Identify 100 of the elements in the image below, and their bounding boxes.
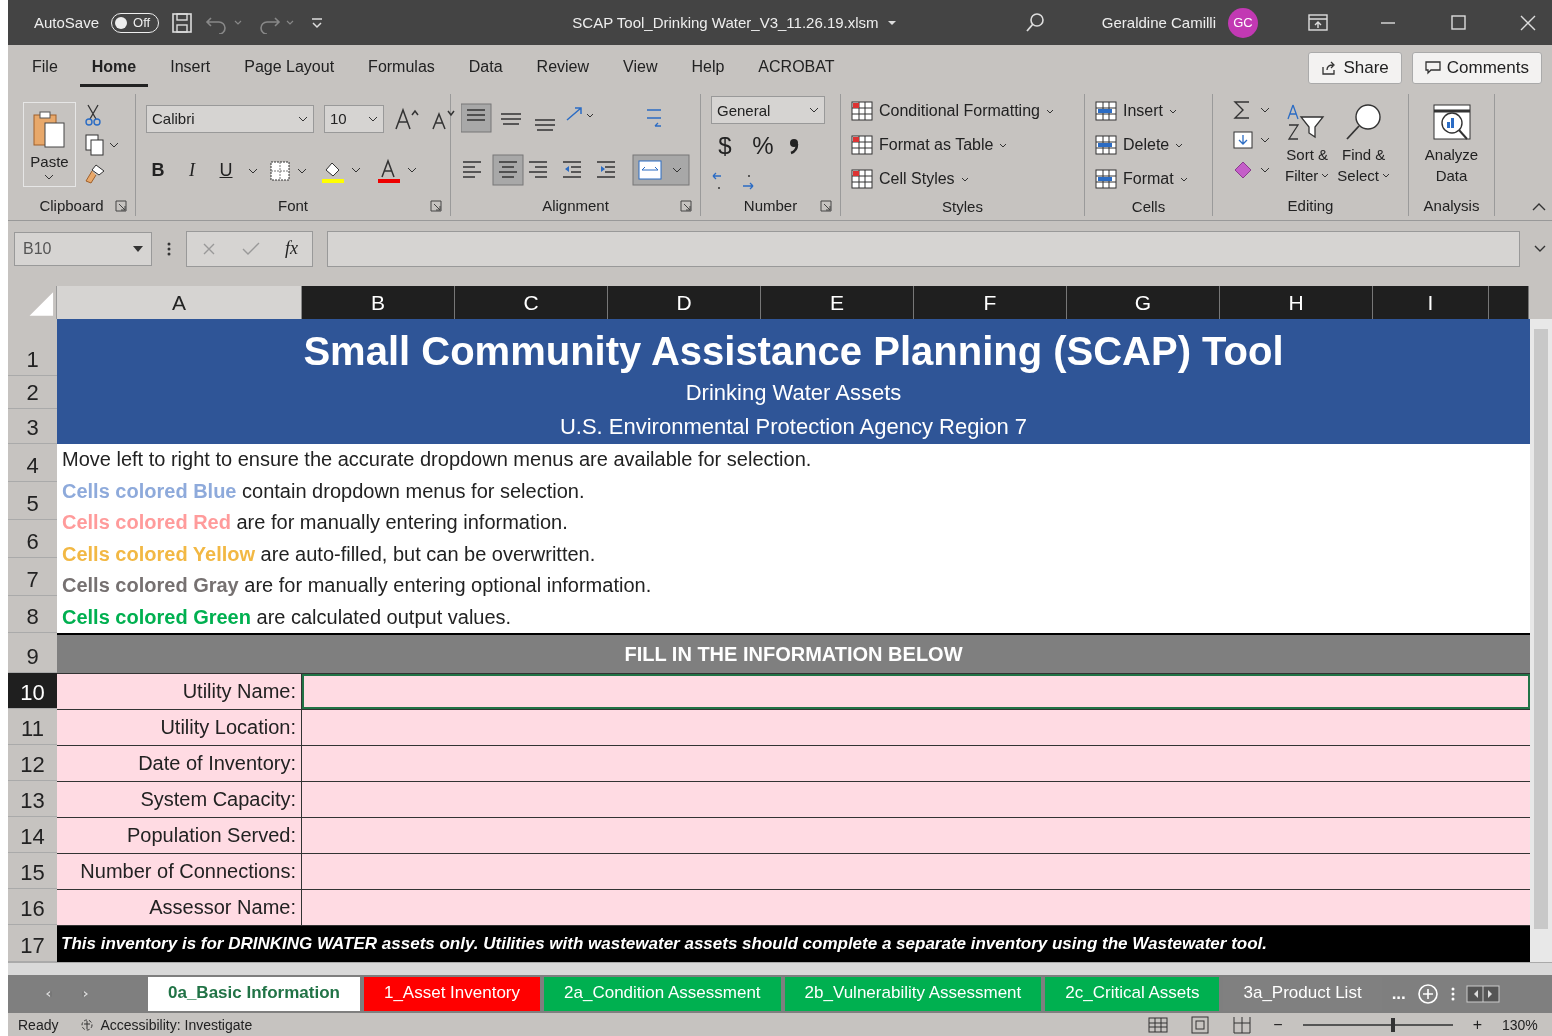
ribbon-tab[interactable]: Help	[679, 48, 737, 87]
analyze-data-button[interactable]: Analyze Data	[1424, 102, 1479, 186]
dialog-launcher-icon[interactable]	[820, 200, 832, 212]
share-button[interactable]: Share	[1308, 51, 1402, 84]
accessibility-status[interactable]: Accessibility: Investigate	[78, 1016, 253, 1033]
alignment-icons-drawing[interactable]	[461, 152, 693, 187]
row-header[interactable]: 7	[8, 558, 57, 596]
ribbon-tab[interactable]: ACROBAT	[746, 48, 847, 87]
dialog-launcher-icon[interactable]	[115, 200, 127, 212]
increase-font-icon[interactable]	[394, 106, 420, 131]
insert-function-button[interactable]: fx	[285, 238, 298, 259]
caret-icon[interactable]	[248, 167, 258, 174]
italic-button[interactable]: I	[180, 157, 204, 184]
ribbon-tab[interactable]: View	[611, 48, 670, 87]
row-header[interactable]: 16	[8, 889, 57, 925]
styles-menu-button[interactable]: Format as Table	[851, 130, 1008, 160]
more-icon[interactable]	[1449, 986, 1456, 1002]
vertical-scrollbar[interactable]	[1530, 319, 1552, 962]
user-avatar[interactable]: GC	[1228, 7, 1258, 38]
row-header[interactable]: 5	[8, 482, 57, 520]
number-format-field[interactable]: General	[711, 96, 825, 124]
normal-view-icon[interactable]	[1147, 1015, 1170, 1034]
column-header[interactable]: G	[1067, 286, 1220, 319]
zoom-level[interactable]: 130%	[1502, 1016, 1542, 1033]
ribbon-tab[interactable]: File	[20, 48, 70, 87]
find-select-button[interactable]: Find & Select	[1337, 102, 1390, 186]
column-header[interactable]: D	[608, 286, 761, 319]
page-layout-icon[interactable]	[1189, 1015, 1212, 1034]
input-field[interactable]	[302, 782, 1530, 817]
close-icon[interactable]	[1518, 13, 1538, 32]
more-icon[interactable]	[166, 240, 172, 257]
format-painter-icon[interactable]	[83, 163, 106, 185]
input-field[interactable]	[302, 674, 1530, 709]
sheet-tab[interactable]: 0a_Basic Information	[148, 977, 360, 1011]
styles-menu-button[interactable]: Cell Styles	[851, 164, 969, 194]
bold-button[interactable]: B	[146, 157, 170, 184]
row-header[interactable]: 6	[8, 520, 57, 558]
name-box[interactable]: B10	[14, 231, 152, 266]
input-field[interactable]	[302, 890, 1530, 925]
expand-icon[interactable]	[1534, 244, 1546, 253]
page-break-icon[interactable]	[1231, 1015, 1254, 1034]
input-field[interactable]	[302, 746, 1530, 781]
underline-button[interactable]: U	[214, 157, 238, 184]
ribbon-tab[interactable]: Insert	[158, 48, 223, 87]
maximize-icon[interactable]	[1448, 13, 1468, 32]
more-tabs[interactable]: ...	[1391, 984, 1406, 1004]
row-header[interactable]: 13	[8, 781, 57, 817]
split-icon[interactable]	[1465, 984, 1500, 1004]
font-name-field[interactable]: Calibri	[146, 104, 314, 133]
row-header[interactable]: 8	[8, 596, 57, 633]
column-header[interactable]	[1489, 286, 1529, 319]
input-field[interactable]	[302, 710, 1530, 745]
cells-menu-button[interactable]: Insert	[1095, 96, 1177, 126]
copy-icon[interactable]	[83, 133, 120, 157]
font-size-field[interactable]: 10	[324, 104, 384, 133]
row-header[interactable]: 1	[8, 319, 57, 376]
styles-menu-button[interactable]: Conditional Formatting	[851, 96, 1054, 126]
ribbon-display-icon[interactable]	[1308, 13, 1328, 32]
sort-filter-button[interactable]: Sort & Filter	[1284, 102, 1330, 186]
ribbon-tab[interactable]: Review	[524, 48, 602, 87]
row-header[interactable]: 11	[8, 709, 57, 745]
column-header[interactable]: A	[57, 286, 302, 319]
column-header[interactable]: I	[1373, 286, 1489, 319]
zoom-out-button[interactable]: −	[1273, 1015, 1283, 1034]
comma-style-icon[interactable]	[787, 136, 801, 156]
row-header[interactable]: 10	[8, 673, 57, 709]
zoom-in-button[interactable]: +	[1472, 1015, 1482, 1034]
input-field[interactable]	[302, 854, 1530, 889]
ribbon-tab[interactable]: Home	[79, 48, 149, 87]
ribbon-tab[interactable]: Data	[456, 48, 515, 87]
sheet-tab[interactable]: 1_Asset Inventory	[363, 977, 541, 1011]
column-header[interactable]: H	[1220, 286, 1373, 319]
add-sheet-icon[interactable]	[1415, 982, 1440, 1006]
dialog-launcher-icon[interactable]	[430, 200, 442, 212]
dialog-launcher-icon[interactable]	[680, 200, 692, 212]
row-header[interactable]: 17	[8, 925, 57, 962]
row-header[interactable]: 2	[8, 376, 57, 409]
column-header[interactable]: C	[455, 286, 608, 319]
row-header[interactable]: 9	[8, 633, 57, 673]
column-header[interactable]: E	[761, 286, 914, 319]
row-header[interactable]: 15	[8, 853, 57, 889]
cut-icon[interactable]	[83, 103, 102, 127]
collapse-ribbon-icon[interactable]	[1532, 202, 1546, 212]
column-header[interactable]: B	[302, 286, 455, 319]
cells-menu-button[interactable]: Format	[1095, 164, 1188, 194]
search-icon[interactable]	[1023, 11, 1046, 34]
row-header[interactable]: 3	[8, 409, 57, 444]
input-field[interactable]	[302, 818, 1530, 853]
horizontal-scrollbar[interactable]	[8, 962, 1552, 975]
formula-input[interactable]	[327, 230, 1520, 267]
save-icon[interactable]	[171, 11, 194, 34]
paste-button[interactable]: Paste	[23, 101, 76, 187]
cells-menu-button[interactable]: Delete	[1095, 130, 1184, 160]
number-format-button[interactable]: $	[711, 132, 739, 160]
comments-button[interactable]: Comments	[1411, 51, 1542, 84]
row-header[interactable]: 14	[8, 817, 57, 853]
ribbon-tab[interactable]: Formulas	[356, 48, 447, 87]
row-header[interactable]: 12	[8, 745, 57, 781]
column-header[interactable]: F	[914, 286, 1067, 319]
ribbon-tab[interactable]: Page Layout	[232, 48, 347, 87]
